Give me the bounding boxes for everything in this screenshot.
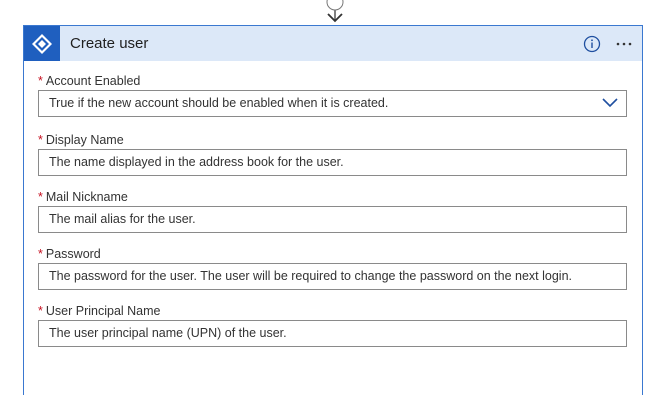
required-marker: * <box>38 74 43 88</box>
input-placeholder: The name displayed in the address book f… <box>49 155 344 169</box>
field-user-principal-name: * User Principal Name The user principal … <box>38 303 628 347</box>
field-label: * Mail Nickname <box>38 190 128 204</box>
mail-nickname-input[interactable]: The mail alias for the user. <box>38 206 627 233</box>
info-icon[interactable] <box>583 35 601 53</box>
input-placeholder: The user principal name (UPN) of the use… <box>49 326 287 340</box>
required-marker: * <box>38 190 43 204</box>
azure-ad-icon <box>24 26 60 61</box>
display-name-input[interactable]: The name displayed in the address book f… <box>38 149 627 176</box>
field-display-name: * Display Name The name displayed in the … <box>38 132 628 176</box>
password-input[interactable]: The password for the user. The user will… <box>38 263 627 290</box>
field-label: * User Principal Name <box>38 304 161 318</box>
chevron-down-icon[interactable] <box>602 98 618 108</box>
field-label: * Account Enabled <box>38 74 141 88</box>
field-password: * Password The password for the user. The… <box>38 246 628 290</box>
account-enabled-dropdown[interactable]: True if the new account should be enable… <box>38 90 627 117</box>
input-placeholder: The mail alias for the user. <box>49 212 196 226</box>
dropdown-placeholder: True if the new account should be enable… <box>49 96 389 110</box>
create-user-action-card: Create user * Account Enabled True if the… <box>23 25 643 395</box>
field-label: * Password <box>38 247 101 261</box>
field-label: * Display Name <box>38 133 124 147</box>
required-marker: * <box>38 247 43 261</box>
card-title: Create user <box>70 35 149 52</box>
required-marker: * <box>38 133 43 147</box>
more-options-icon[interactable] <box>614 34 634 54</box>
required-marker: * <box>38 304 43 318</box>
user-principal-name-input[interactable]: The user principal name (UPN) of the use… <box>38 320 627 347</box>
input-placeholder: The password for the user. The user will… <box>49 269 572 283</box>
field-account-enabled: * Account Enabled True if the new account… <box>38 73 628 117</box>
flow-connector-arrow-icon <box>326 0 344 23</box>
field-mail-nickname: * Mail Nickname The mail alias for the us… <box>38 189 628 233</box>
card-header[interactable]: Create user <box>24 26 642 61</box>
